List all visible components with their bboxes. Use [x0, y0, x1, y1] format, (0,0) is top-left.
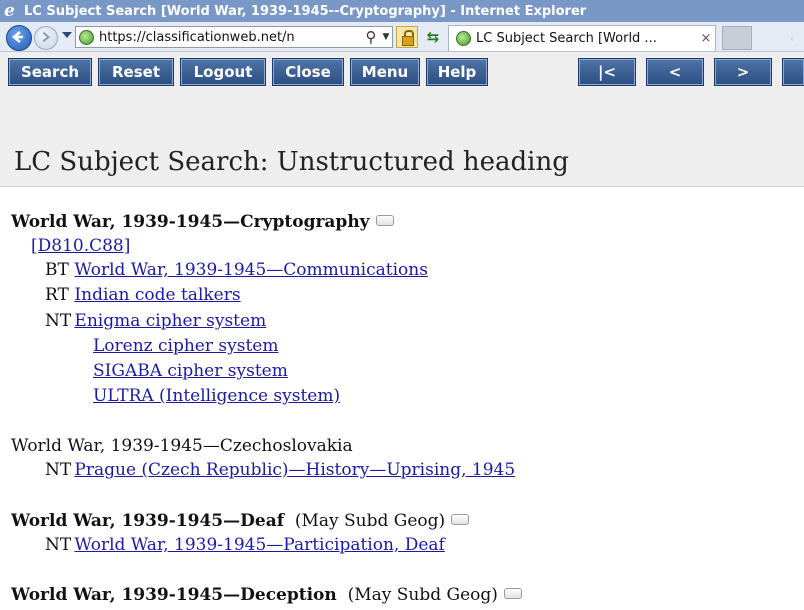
back-button[interactable]: [6, 25, 32, 51]
next-page-button[interactable]: >: [714, 58, 772, 86]
related-term-link[interactable]: Indian code talkers: [74, 285, 240, 305]
heading-row: World War, 1939-1945—Czechoslovakia: [11, 435, 353, 457]
arrow-left-icon: [11, 31, 23, 43]
note-icon[interactable]: [375, 215, 394, 226]
heading-text: World War, 1939-1945—Deaf: [11, 511, 285, 531]
narrower-term-row: NT World War, 1939-1945—Participation, D…: [45, 534, 445, 556]
search-button[interactable]: Search: [8, 58, 92, 86]
narrower-term-row: Lorenz cipher system: [93, 335, 278, 357]
logout-button[interactable]: Logout: [180, 58, 266, 86]
narrower-term-row: NT Prague (Czech Republic)—History—Upris…: [45, 459, 515, 481]
narrower-term-link[interactable]: Enigma cipher system: [74, 311, 266, 331]
page-header: Search Reset Logout Close Menu Help |< <…: [0, 52, 804, 187]
faint-icon: ‹: [790, 32, 795, 45]
narrower-term-link[interactable]: Prague (Czech Republic)—History—Uprising…: [74, 460, 515, 480]
forward-button[interactable]: [34, 26, 58, 50]
heading-row: World War, 1939-1945—Cryptography: [11, 211, 394, 233]
narrower-term-link[interactable]: ULTRA (Intelligence system): [93, 386, 340, 406]
arrow-right-icon: [42, 31, 51, 43]
narrower-term-link[interactable]: Lorenz cipher system: [93, 336, 278, 356]
heading-text: World War, 1939-1945—Czechoslovakia: [11, 436, 353, 456]
previous-page-button[interactable]: <: [646, 58, 704, 86]
window-titlebar: e LC Subject Search [World War, 1939-194…: [0, 0, 804, 22]
narrower-term-link[interactable]: World War, 1939-1945—Participation, Deaf: [74, 535, 444, 555]
lock-icon[interactable]: [396, 26, 418, 48]
page-title: LC Subject Search: Unstructured heading: [14, 147, 569, 177]
geog-subdivision-note: (May Subd Geog): [347, 585, 498, 605]
browser-address-row: https://classificationweb.net/n ⚲ ▼ ⇆ LC…: [0, 22, 804, 52]
nt-label: NT: [45, 535, 72, 555]
close-button[interactable]: Close: [272, 58, 344, 86]
heading-row: World War, 1939-1945—Deception (May Subd…: [11, 584, 522, 606]
refresh-icon[interactable]: ⇆: [422, 26, 444, 48]
related-term-row: RT Indian code talkers: [45, 284, 241, 306]
bt-label: BT: [45, 260, 69, 280]
narrower-term-row: ULTRA (Intelligence system): [93, 385, 340, 407]
heading-text: World War, 1939-1945—Deception: [11, 585, 337, 605]
class-number-link[interactable]: [D810.C88]: [31, 236, 130, 256]
address-dropdown-icon[interactable]: ▼: [380, 32, 392, 42]
nt-label: NT: [45, 311, 72, 331]
class-number-row: [D810.C88]: [31, 235, 130, 257]
tab-close-icon[interactable]: ×: [697, 31, 715, 46]
tab-page-icon: [456, 31, 471, 46]
geog-subdivision-note: (May Subd Geog): [294, 511, 446, 531]
internet-explorer-icon: e: [4, 1, 15, 21]
broader-term-row: BT World War, 1939-1945—Communications: [45, 259, 428, 281]
broader-term-link[interactable]: World War, 1939-1945—Communications: [74, 260, 428, 280]
results-list: World War, 1939-1945—Cryptography [D810.…: [0, 187, 804, 610]
browser-tab[interactable]: LC Subject Search [World ... ×: [448, 25, 716, 51]
tab-title: LC Subject Search [World ...: [476, 31, 657, 46]
reset-button[interactable]: Reset: [98, 58, 174, 86]
nt-label: NT: [45, 460, 72, 480]
help-button[interactable]: Help: [426, 58, 488, 86]
heading-text: World War, 1939-1945—Cryptography: [11, 212, 370, 232]
last-page-button-partial[interactable]: [782, 58, 804, 86]
note-icon[interactable]: [503, 588, 522, 599]
narrower-term-row: NT Enigma cipher system: [45, 310, 266, 332]
url-text: https://classificationweb.net/n: [99, 29, 295, 45]
note-icon[interactable]: [451, 514, 470, 525]
page-icon: [79, 29, 94, 45]
rt-label: RT: [45, 285, 69, 305]
first-page-button[interactable]: |<: [578, 58, 636, 86]
toolbar: Search Reset Logout Close Menu Help |< <…: [0, 58, 804, 88]
narrower-term-row: SIGABA cipher system: [93, 360, 288, 382]
history-dropdown-icon[interactable]: [62, 32, 72, 38]
window-title: LC Subject Search [World War, 1939-1945-…: [24, 3, 587, 19]
address-bar[interactable]: https://classificationweb.net/n ⚲ ▼: [75, 26, 393, 48]
menu-button[interactable]: Menu: [350, 58, 420, 86]
narrower-term-link[interactable]: SIGABA cipher system: [93, 361, 288, 381]
new-tab-button[interactable]: [722, 26, 752, 50]
heading-row: World War, 1939-1945—Deaf (May Subd Geog…: [11, 510, 470, 532]
search-icon[interactable]: ⚲: [362, 28, 380, 46]
